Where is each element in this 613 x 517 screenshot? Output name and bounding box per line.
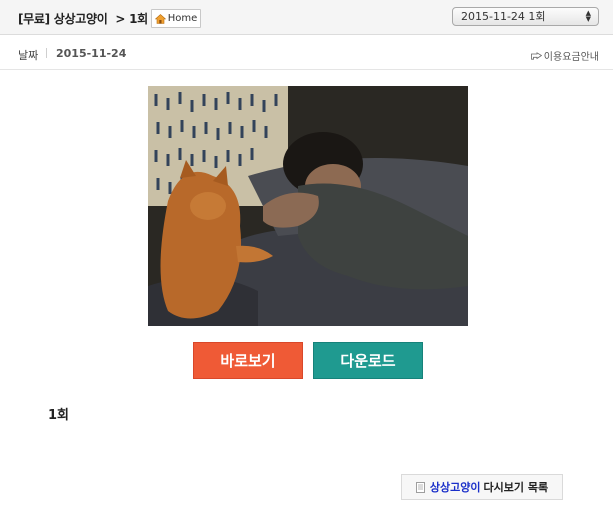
- date-bar: 날짜 2015-11-24 이용요금안내: [0, 36, 613, 70]
- home-icon: [154, 13, 166, 24]
- watch-button[interactable]: 바로보기: [193, 342, 303, 379]
- date-label: 날짜: [18, 49, 39, 62]
- top-bar: [무료] 상상고양이 >1회 Home 2015-11-24 1회 ▲ ▼: [0, 0, 613, 35]
- episode-title: 1회: [48, 408, 70, 423]
- updown-arrow-icon: ▲ ▼: [585, 9, 591, 23]
- breadcrumb: [무료] 상상고양이 >1회: [18, 10, 148, 27]
- list-suffix: 다시보기 목록: [483, 481, 549, 494]
- episode-list-button[interactable]: 상상고양이 다시보기 목록: [401, 474, 563, 500]
- divider: [46, 48, 47, 58]
- download-button[interactable]: 다운로드: [313, 342, 423, 379]
- date-value: 2015-11-24: [56, 47, 127, 60]
- free-badge: [무료]: [18, 12, 50, 26]
- document-icon: [416, 481, 425, 493]
- thumbnail-image: [148, 86, 468, 326]
- home-button[interactable]: Home: [151, 9, 201, 28]
- show-title[interactable]: 상상고양이: [54, 12, 108, 26]
- episode-select-value: 2015-11-24 1회: [461, 10, 546, 23]
- list-show-name: 상상고양이: [429, 481, 481, 494]
- episode-select[interactable]: 2015-11-24 1회 ▲ ▼: [452, 7, 599, 26]
- pointing-hand-icon: [530, 52, 542, 60]
- breadcrumb-separator: >: [115, 12, 126, 26]
- fee-info-label: 이용요금안내: [543, 52, 599, 63]
- fee-info-link[interactable]: 이용요금안내: [530, 48, 599, 63]
- breadcrumb-episode: 1회: [129, 12, 148, 26]
- episode-thumbnail[interactable]: [148, 86, 468, 326]
- home-label: Home: [167, 13, 198, 24]
